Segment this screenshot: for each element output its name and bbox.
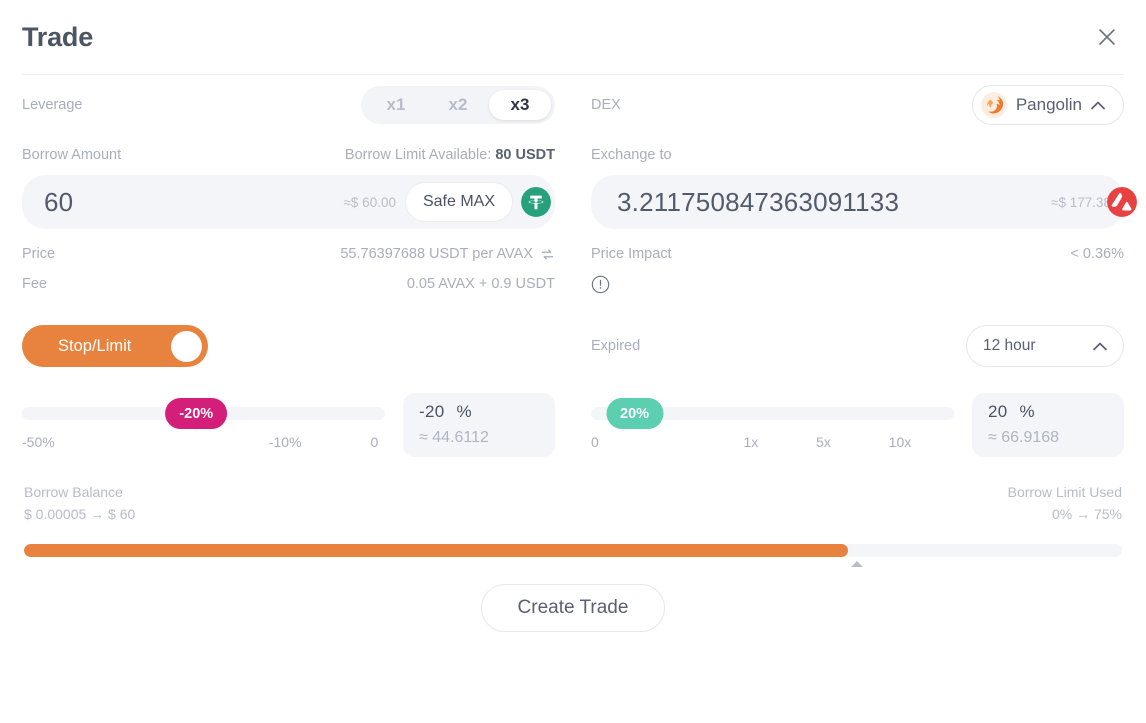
take-profit-unit: %: [1019, 402, 1035, 421]
dex-name: Pangolin: [1015, 95, 1082, 114]
dex-label: DEX: [591, 97, 621, 113]
borrow-limit-used-value: 0% → 75%: [1051, 506, 1122, 523]
borrow-limit-prefix: Borrow Limit Available:: [344, 147, 492, 163]
row-sliders: -20% -50% -10% 0 -20 % ≈ 44.6112 20% 0 1…: [22, 393, 1124, 457]
price-impact-value: < 0.36%: [1070, 246, 1124, 262]
row-inputs: 60 ≈$ 60.00 Safe MAX 3.21175084736309113…: [22, 175, 1137, 229]
footer: Create Trade: [22, 583, 1124, 632]
price-value: 55.76397688 USDT per AVAX: [340, 246, 533, 262]
exchange-to-approx: ≈$ 177.38: [1051, 194, 1111, 210]
fee-label: Fee: [22, 276, 47, 292]
expired-label: Expired: [591, 338, 641, 354]
page-title: Trade: [22, 21, 94, 52]
slider-tick: 0: [370, 434, 379, 450]
info-circle-icon[interactable]: [591, 275, 610, 294]
modal-header: Trade: [22, 0, 1124, 74]
leverage-option-x2[interactable]: x2: [427, 90, 489, 120]
progress-fill: [24, 543, 848, 557]
borrow-summary: Borrow Balance $ 0.00005 → $ 60 Borrow L…: [22, 481, 1124, 526]
leverage-section: Leverage x1 x2 x3: [22, 75, 573, 135]
price-label: Price: [22, 246, 56, 262]
fee-value: 0.05 AVAX + 0.9 USDT: [406, 276, 555, 292]
usdt-icon: [521, 187, 551, 217]
slider-tick: -50%: [22, 434, 55, 450]
slider-tick: 0: [591, 434, 599, 450]
exchange-to-input[interactable]: 3.211750847363091133: [617, 187, 1051, 218]
exchange-to-label: Exchange to: [591, 147, 672, 163]
slider-ticks: -50% -10% 0: [22, 434, 385, 456]
take-profit-slider[interactable]: 20% 0 1x 5x 10x: [591, 393, 954, 456]
slider-tick: -10%: [268, 434, 302, 450]
progress-marker-icon: [850, 560, 863, 567]
slider-thumb[interactable]: -20%: [165, 398, 228, 429]
stop-limit-slider-block: -20% -50% -10% 0 -20 % ≈ 44.6112: [22, 393, 555, 457]
slider-tick: 5x: [816, 434, 831, 450]
stop-limit-value: -20: [419, 402, 445, 421]
slider-track[interactable]: -20%: [22, 398, 385, 429]
slider-track[interactable]: 20%: [591, 398, 954, 429]
chevron-up-icon: [1091, 101, 1105, 109]
stop-limit-label: Stop/Limit: [58, 336, 132, 355]
borrow-amount-approx: ≈$ 60.00: [343, 194, 396, 210]
fee-row: Fee 0.05 AVAX + 0.9 USDT: [22, 269, 555, 299]
warning-row: [591, 269, 1124, 299]
toggle-knob: [171, 330, 202, 362]
leverage-option-x3[interactable]: x3: [489, 90, 551, 120]
slider-thumb[interactable]: 20%: [606, 398, 664, 429]
borrow-limit-progress: [22, 543, 1124, 567]
stop-limit-unit: %: [456, 402, 472, 421]
price-impact-label: Price Impact: [591, 246, 672, 262]
leverage-option-x1[interactable]: x1: [365, 90, 427, 120]
price-impact-row: Price Impact < 0.36%: [591, 239, 1124, 269]
dex-selector[interactable]: Pangolin: [971, 85, 1124, 125]
pangolin-icon: [980, 92, 1007, 118]
leverage-segmented-control[interactable]: x1 x2 x3: [361, 86, 555, 124]
stop-limit-slider[interactable]: -20% -50% -10% 0: [22, 393, 385, 456]
create-trade-button[interactable]: Create Trade: [480, 583, 666, 632]
price-row: Price 55.76397688 USDT per AVAX: [22, 239, 555, 269]
swap-icon[interactable]: [540, 247, 555, 262]
borrow-limit-available: Borrow Limit Available: 80 USDT: [345, 147, 555, 163]
slider-tick: 10x: [888, 434, 912, 450]
borrow-balance-value: $ 0.00005 → $ 60: [24, 506, 136, 523]
borrow-limit-value: 80 USDT: [495, 147, 555, 163]
take-profit-value-box[interactable]: 20 % ≈ 66.9168: [972, 393, 1124, 457]
expired-dropdown[interactable]: 12 hour: [966, 325, 1124, 367]
borrow-balance-label: Borrow Balance: [24, 484, 123, 500]
borrow-limit-used-block: Borrow Limit Used 0% → 75%: [1008, 481, 1122, 526]
row-toggle-expired: Stop/Limit Expired 12 hour: [22, 325, 1124, 367]
borrow-balance-block: Borrow Balance $ 0.00005 → $ 60: [24, 481, 135, 526]
borrow-amount-input[interactable]: 60: [44, 187, 344, 218]
progress-track: [24, 543, 1122, 557]
dex-section: DEX Pangolin: [573, 75, 1124, 135]
trade-modal: Trade Leverage x1 x2 x3 DEX Pangolin Bor…: [0, 0, 1146, 723]
slider-ticks: 0 1x 5x 10x: [591, 434, 954, 456]
take-profit-slider-block: 20% 0 1x 5x 10x 20 % ≈ 66.9168: [591, 393, 1124, 457]
row-leverage-dex: Leverage x1 x2 x3 DEX Pangolin: [22, 75, 1124, 135]
row-price-impact: Price 55.76397688 USDT per AVAX Fee 0.05…: [22, 239, 1124, 299]
chevron-up-icon: [1093, 342, 1107, 350]
exchange-to-input-group[interactable]: 3.211750847363091133 ≈$ 177.38: [591, 175, 1137, 229]
take-profit-value: 20: [988, 402, 1008, 421]
row-field-labels: Borrow Amount Borrow Limit Available: 80…: [22, 135, 1124, 175]
stop-limit-toggle[interactable]: Stop/Limit: [22, 325, 208, 367]
borrow-amount-label: Borrow Amount: [22, 147, 122, 163]
close-icon[interactable]: [1092, 22, 1122, 52]
borrow-amount-input-group[interactable]: 60 ≈$ 60.00 Safe MAX: [22, 175, 555, 229]
expired-value: 12 hour: [983, 337, 1036, 354]
stop-limit-value-box[interactable]: -20 % ≈ 44.6112: [403, 393, 555, 457]
slider-tick: 1x: [743, 434, 759, 450]
avax-icon: [1107, 187, 1137, 217]
safe-max-button[interactable]: Safe MAX: [404, 182, 513, 222]
borrow-limit-used-label: Borrow Limit Used: [1007, 484, 1122, 500]
stop-limit-approx: ≈ 44.6112: [419, 429, 489, 446]
leverage-label: Leverage: [22, 97, 83, 113]
take-profit-approx: ≈ 66.9168: [988, 429, 1060, 446]
